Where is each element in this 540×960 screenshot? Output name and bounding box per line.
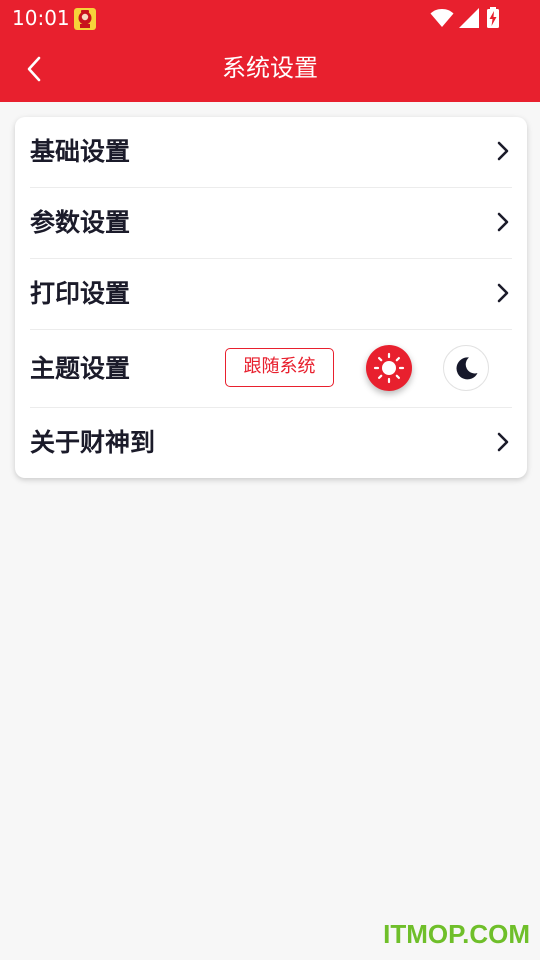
wifi-icon — [430, 9, 454, 27]
light-theme-button[interactable] — [366, 345, 412, 391]
app-header: 10:01 系统设置 — [0, 0, 540, 102]
follow-system-button[interactable]: 跟随系统 — [225, 348, 334, 387]
settings-item-basic[interactable]: 基础设置 — [30, 117, 512, 187]
status-time: 10:01 — [12, 6, 70, 30]
sun-icon — [373, 352, 405, 384]
chevron-right-icon — [497, 432, 509, 452]
settings-item-label: 基础设置 — [30, 137, 131, 166]
settings-item-label: 主题设置 — [30, 354, 131, 383]
dark-theme-button[interactable] — [443, 345, 489, 391]
chevron-right-icon — [497, 283, 509, 303]
settings-item-label: 打印设置 — [30, 279, 131, 308]
battery-charging-icon — [487, 7, 499, 28]
settings-item-parameters[interactable]: 参数设置 — [30, 188, 512, 258]
settings-item-label: 关于财神到 — [30, 428, 156, 457]
app-notification-icon — [73, 7, 97, 31]
top-app-bar: 系统设置 — [0, 36, 540, 102]
chevron-right-icon — [497, 212, 509, 232]
settings-item-print[interactable]: 打印设置 — [30, 259, 512, 329]
chevron-right-icon — [497, 141, 509, 161]
watermark: ITMOP.COM — [383, 919, 530, 949]
settings-item-label: 参数设置 — [30, 208, 131, 237]
settings-item-about[interactable]: 关于财神到 — [30, 408, 512, 478]
moon-icon — [456, 357, 478, 380]
signal-icon — [459, 8, 479, 28]
status-bar: 10:01 — [0, 0, 540, 36]
page-title: 系统设置 — [222, 54, 318, 82]
settings-card: 基础设置 参数设置 打印设置 主题设置 跟随系统 关于财神到 — [15, 117, 527, 478]
